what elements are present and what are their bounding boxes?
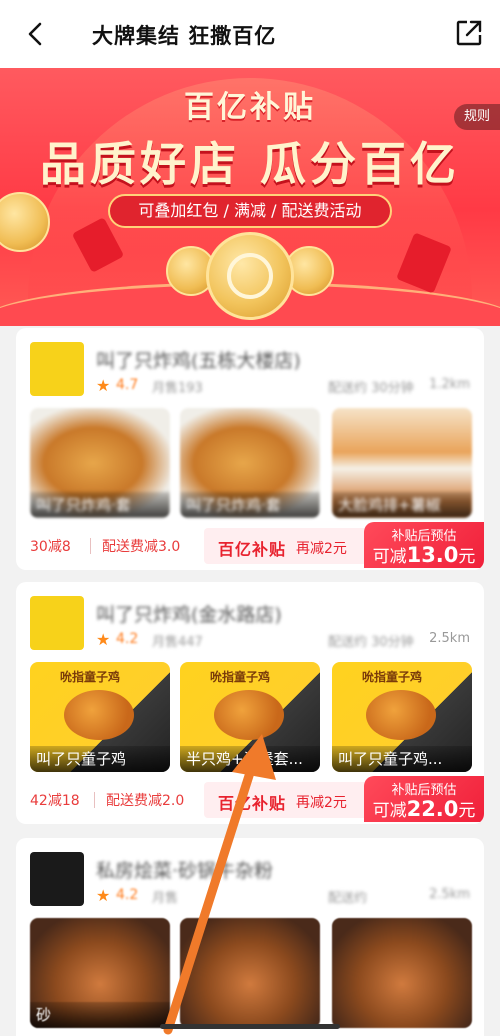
dish-name: 叫了只炸鸡·套 [180, 492, 320, 518]
estimate-badge: 补贴后预估 可减13.0元 [364, 522, 484, 568]
dish-name: 叫了只童子鸡 [30, 746, 170, 772]
dish-card[interactable]: 砂 [30, 918, 170, 1028]
poster-title: 吮指童子鸡 [362, 670, 423, 684]
monthly-sales: 月售 [152, 891, 179, 906]
store-distance: 1.2km [429, 377, 470, 392]
subsidy-title: 百亿补贴 [218, 794, 287, 813]
subsidy-title: 百亿补贴 [218, 540, 287, 559]
chicken-image [214, 690, 284, 740]
home-indicator [160, 1024, 340, 1029]
gold-coin-icon [206, 232, 294, 320]
star-icon: ★ [96, 630, 111, 649]
monthly-sales: 月售193 [152, 381, 203, 396]
estimate-badge: 补贴后预估 可减22.0元 [364, 776, 484, 822]
star-icon: ★ [96, 886, 111, 905]
poster-title: 吮指童子鸡 [60, 670, 121, 684]
store-rating: 4.2 [116, 887, 139, 903]
subsidy-extra: 再减2元 [296, 541, 347, 557]
dish-card[interactable]: 吮指童子鸡 半只鸡+汉堡套... [180, 662, 320, 772]
store-card[interactable]: 叫了只炸鸡(金水路店) ★ 4.2 月售447 配送约 30分钟 2.5km 吮… [16, 582, 484, 824]
discount-tag: 30减8 [30, 539, 71, 555]
estimate-value: 可减22.0元 [372, 797, 476, 821]
store-name: 叫了只炸鸡(金水路店) [96, 604, 282, 626]
dish-card[interactable] [332, 918, 472, 1028]
dish-card[interactable]: 叫了只炸鸡·套 [30, 408, 170, 518]
dish-card[interactable]: 叫了只炸鸡·套 [180, 408, 320, 518]
dish-name: 砂 [30, 1002, 170, 1028]
store-distance: 2.5km [429, 887, 470, 902]
divider [90, 538, 91, 554]
dish-name: 大脸鸡排+薯椒 [332, 492, 472, 518]
store-distance: 2.5km [429, 631, 470, 646]
rules-button[interactable]: 规则 [454, 104, 500, 130]
store-logo [30, 342, 84, 396]
promo-banner[interactable]: 百亿补贴 品质好店 瓜分百亿 可叠加红包 / 满减 / 配送费活动 规则 [0, 68, 500, 326]
dish-name: 叫了只炸鸡·套 [30, 492, 170, 518]
delivery-info: 配送约 30分钟 [328, 381, 414, 396]
dish-card[interactable]: 吮指童子鸡 叫了只童子鸡 [30, 662, 170, 772]
subsidy-extra: 再减2元 [296, 795, 347, 811]
estimate-value: 可减13.0元 [372, 543, 476, 567]
delivery-fee-tag: 配送费减2.0 [106, 793, 185, 809]
banner-benefits-pill: 可叠加红包 / 满减 / 配送费活动 [108, 194, 392, 228]
dish-name: 半只鸡+汉堡套... [180, 746, 320, 772]
page-title: 大牌集结 狂撒百亿 [92, 24, 277, 48]
delivery-info: 配送约 [328, 891, 368, 906]
chicken-image [366, 690, 436, 740]
dish-card[interactable]: 大脸鸡排+薯椒 [332, 408, 472, 518]
poster-title: 吮指童子鸡 [210, 670, 271, 684]
discount-tag: 42减18 [30, 793, 80, 809]
dish-name: 叫了只童子鸡... [332, 746, 472, 772]
delivery-info: 配送约 30分钟 [328, 635, 414, 650]
back-arrow-icon[interactable] [22, 20, 50, 48]
promo-row: 30减8 配送费减3.0 百亿补贴 再减2元 补贴后预估 可减13.0元 [16, 522, 484, 568]
promo-row: 42减18 配送费减2.0 百亿补贴 再减2元 补贴后预估 可减22.0元 [16, 776, 484, 822]
divider [94, 792, 95, 808]
chicken-image [64, 690, 134, 740]
store-name: 叫了只炸鸡(五栋大楼店) [96, 350, 301, 372]
subsidy-badge: 百亿补贴 再减2元 [204, 528, 364, 564]
store-logo [30, 596, 84, 650]
top-nav-bar: 大牌集结 狂撒百亿 [0, 0, 500, 68]
store-card[interactable]: 私房烩菜·砂锅牛杂粉 ★ 4.2 月售 配送约 2.5km 砂 [16, 838, 484, 1036]
store-card[interactable]: 叫了只炸鸡(五栋大楼店) ★ 4.7 月售193 配送约 30分钟 1.2km … [16, 328, 484, 570]
dish-card[interactable]: 吮指童子鸡 叫了只童子鸡... [332, 662, 472, 772]
store-logo [30, 852, 84, 906]
banner-headline: 品质好店 瓜分百亿 [39, 137, 460, 191]
monthly-sales: 月售447 [152, 635, 203, 650]
banner-subtitle: 百亿补贴 [184, 90, 316, 125]
delivery-fee-tag: 配送费减3.0 [102, 539, 181, 555]
store-rating: 4.7 [116, 377, 139, 393]
store-rating: 4.2 [116, 631, 139, 647]
share-icon[interactable] [454, 18, 484, 48]
subsidy-badge: 百亿补贴 再减2元 [204, 782, 364, 818]
store-name: 私房烩菜·砂锅牛杂粉 [96, 860, 274, 882]
star-icon: ★ [96, 376, 111, 395]
dish-card[interactable] [180, 918, 320, 1028]
